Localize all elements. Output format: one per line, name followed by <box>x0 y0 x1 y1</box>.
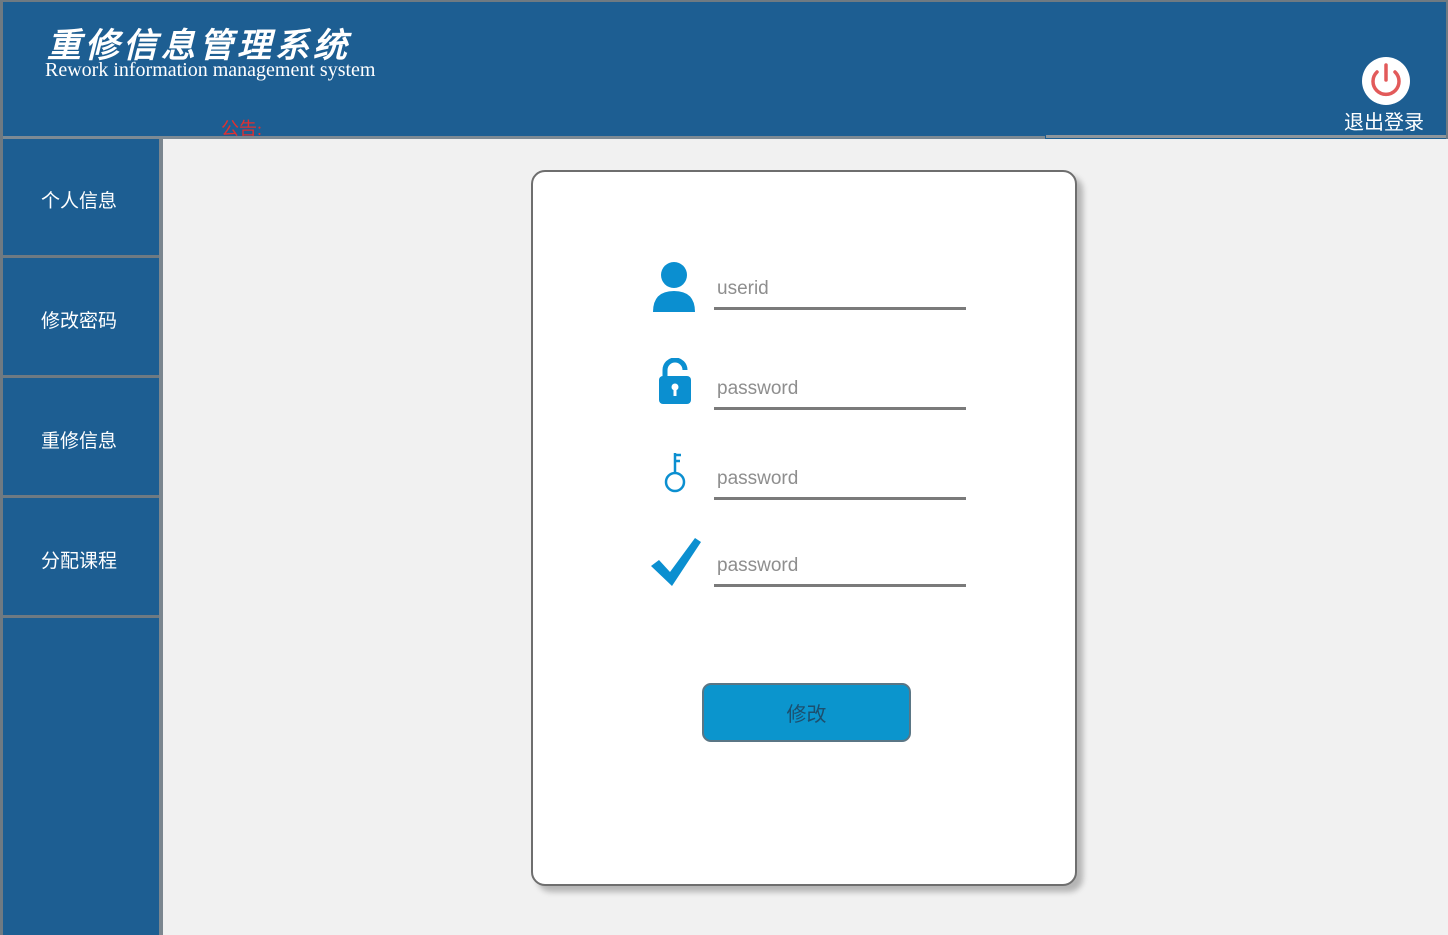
user-icon <box>653 262 695 312</box>
change-password-card: 修改 <box>531 170 1077 886</box>
logout-label: 退出登录 <box>1344 110 1424 134</box>
header-divider-right <box>1046 135 1446 138</box>
app-subtitle: Rework information management system <box>45 59 376 81</box>
new-password-input[interactable] <box>714 460 966 500</box>
sidebar: 个人信息 修改密码 重修信息 分配课程 <box>0 139 163 935</box>
userid-input[interactable] <box>714 270 966 310</box>
sidebar-item-label: 个人信息 <box>41 190 118 212</box>
lock-icon <box>659 358 691 404</box>
sidebar-item-assign-courses[interactable]: 分配课程 <box>3 499 159 618</box>
power-icon <box>1362 57 1410 105</box>
app-header: 重修信息管理系统 Rework information management s… <box>0 0 1448 139</box>
submit-button[interactable]: 修改 <box>702 683 911 742</box>
key-icon <box>664 453 686 493</box>
sidebar-item-label: 修改密码 <box>41 310 118 332</box>
sidebar-item-change-password[interactable]: 修改密码 <box>3 259 159 378</box>
checkmark-icon <box>651 538 701 586</box>
logout-button[interactable]: 退出登录 <box>1339 56 1429 136</box>
sidebar-item-label: 重修信息 <box>41 430 118 452</box>
sidebar-item-label: 分配课程 <box>41 550 118 572</box>
sidebar-item-personal-info[interactable]: 个人信息 <box>3 139 159 258</box>
old-password-input[interactable] <box>714 370 966 410</box>
confirm-password-input[interactable] <box>714 547 966 587</box>
sidebar-item-rework-info[interactable]: 重修信息 <box>3 379 159 498</box>
